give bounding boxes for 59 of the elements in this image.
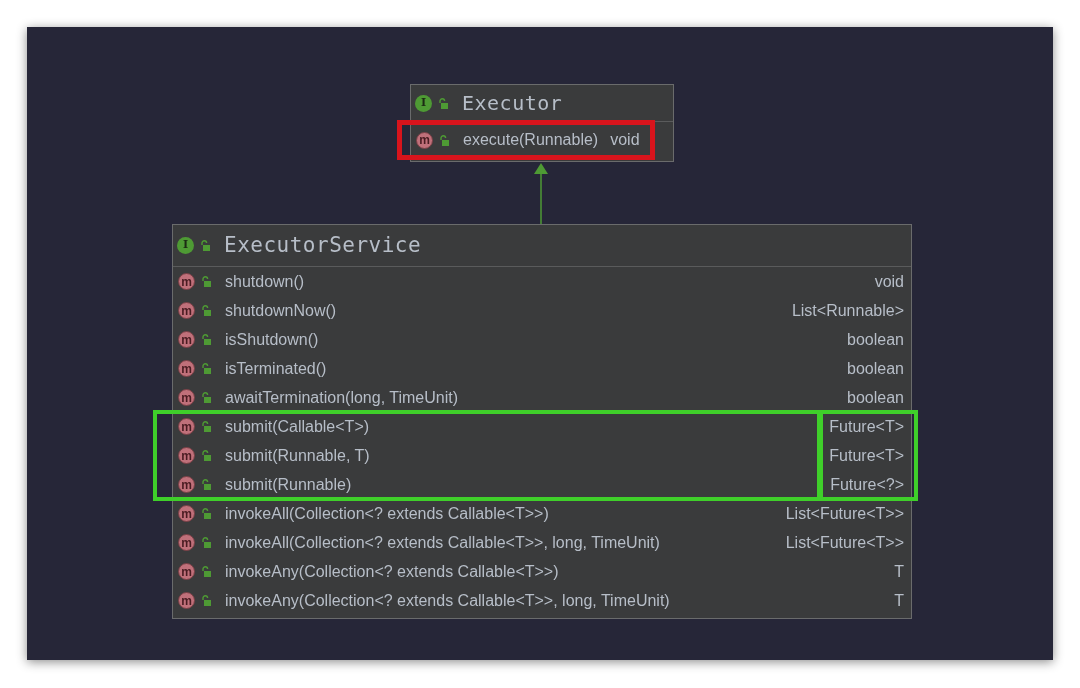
return-type: Future<T> [828,445,905,466]
unlocked-padlock-icon [201,450,211,461]
class-name: Executor [462,90,563,117]
method-icon: m [178,592,195,609]
inheritance-arrow [534,163,548,224]
unlocked-padlock-icon [201,392,211,403]
unlocked-padlock-icon [201,421,211,432]
return-type: T [893,590,905,611]
method-signature: submit(Runnable) [225,474,352,495]
unlocked-padlock-icon [201,595,211,606]
method-icon: m [178,505,195,522]
unlocked-padlock-icon [201,508,211,519]
unlocked-padlock-icon [200,240,210,251]
method-signature: invokeAny(Collection<? extends Callable<T>>, long, TimeUnit) [225,590,670,611]
method-icon: m [178,360,195,377]
unlocked-padlock-icon [201,334,211,345]
return-type: List<Future<T>> [784,532,905,553]
return-type: boolean [846,358,905,379]
interface-icon: I [415,94,432,112]
unlocked-padlock-icon [201,537,211,548]
method-signature: shutdown() [225,271,305,292]
return-type: Future<T> [828,416,905,437]
return-type: boolean [846,329,905,350]
return-type: List<Future<T>> [784,503,905,524]
method-signature: isTerminated() [225,358,327,379]
method-signature: submit(Runnable, T) [225,445,370,466]
method-signature: awaitTermination(long, TimeUnit) [225,387,458,408]
unlocked-padlock-icon [201,566,211,577]
method-icon: m [416,131,433,149]
method-icon: m [178,331,195,348]
method-signature: shutdownNow() [225,300,337,321]
return-type: T [893,561,905,582]
method-signature: isShutdown() [225,329,319,350]
method-signature: submit(Callable<T>) [225,416,370,437]
method-signature: invokeAny(Collection<? extends Callable<T>>) [225,561,559,582]
return-type: void [610,130,640,150]
method-icon: m [178,302,195,319]
method-signature: execute(Runnable) [463,130,599,150]
interface-icon: I [177,237,194,254]
return-type: boolean [846,387,905,408]
method-icon: m [178,447,195,464]
class-name: ExecutorService [224,231,422,259]
method-signature: invokeAll(Collection<? extends Callable<T>>, long, TimeUnit) [225,532,660,553]
return-type: void [873,271,905,292]
method-signature: invokeAll(Collection<? extends Callable<T>>) [225,503,549,524]
return-type: List<Runnable> [790,300,905,321]
unlocked-padlock-icon [201,479,211,490]
unlocked-padlock-icon [201,305,211,316]
method-icon: m [178,273,195,290]
unlocked-padlock-icon [439,134,449,146]
method-icon: m [178,389,195,406]
unlocked-padlock-icon [438,97,448,109]
return-type: Future<?> [829,474,905,495]
method-icon: m [178,418,195,435]
method-icon: m [178,534,195,551]
unlocked-padlock-icon [201,363,211,374]
method-icon: m [178,563,195,580]
method-icon: m [178,476,195,493]
unlocked-padlock-icon [201,276,211,287]
